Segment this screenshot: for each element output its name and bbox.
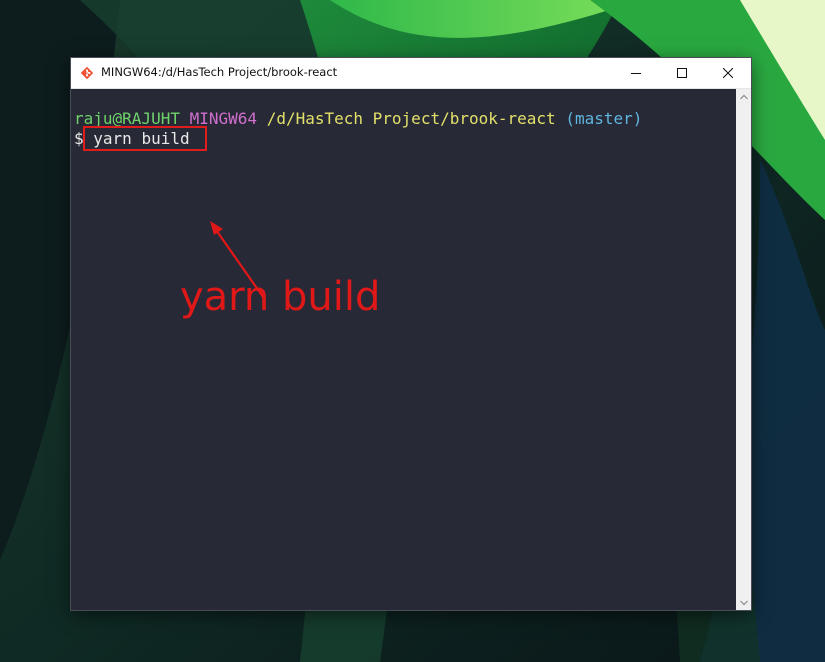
command-highlight-box bbox=[83, 126, 207, 151]
minimize-button[interactable] bbox=[613, 58, 659, 88]
prompt-branch: (master) bbox=[565, 109, 643, 128]
window-title: MINGW64:/d/HasTech Project/brook-react bbox=[101, 65, 338, 79]
annotation-label: yarn build bbox=[180, 274, 381, 320]
close-button[interactable] bbox=[705, 58, 751, 88]
minimize-icon bbox=[631, 73, 641, 74]
vertical-scrollbar[interactable] bbox=[736, 89, 751, 610]
prompt-path: /d/HasTech Project/brook-react bbox=[266, 109, 556, 128]
close-icon bbox=[723, 68, 733, 78]
terminal-output[interactable]: raju@RAJUHT MINGW64 /d/HasTech Project/b… bbox=[71, 89, 736, 610]
git-bash-icon bbox=[80, 66, 94, 80]
scroll-up-button[interactable] bbox=[736, 89, 751, 104]
chevron-up-icon bbox=[739, 94, 748, 99]
maximize-button[interactable] bbox=[659, 58, 705, 88]
title-bar[interactable]: MINGW64:/d/HasTech Project/brook-react bbox=[71, 58, 751, 89]
chevron-down-icon bbox=[739, 600, 748, 605]
maximize-icon bbox=[677, 68, 687, 78]
scroll-down-button[interactable] bbox=[736, 595, 751, 610]
terminal-window: MINGW64:/d/HasTech Project/brook-react r… bbox=[71, 58, 751, 610]
